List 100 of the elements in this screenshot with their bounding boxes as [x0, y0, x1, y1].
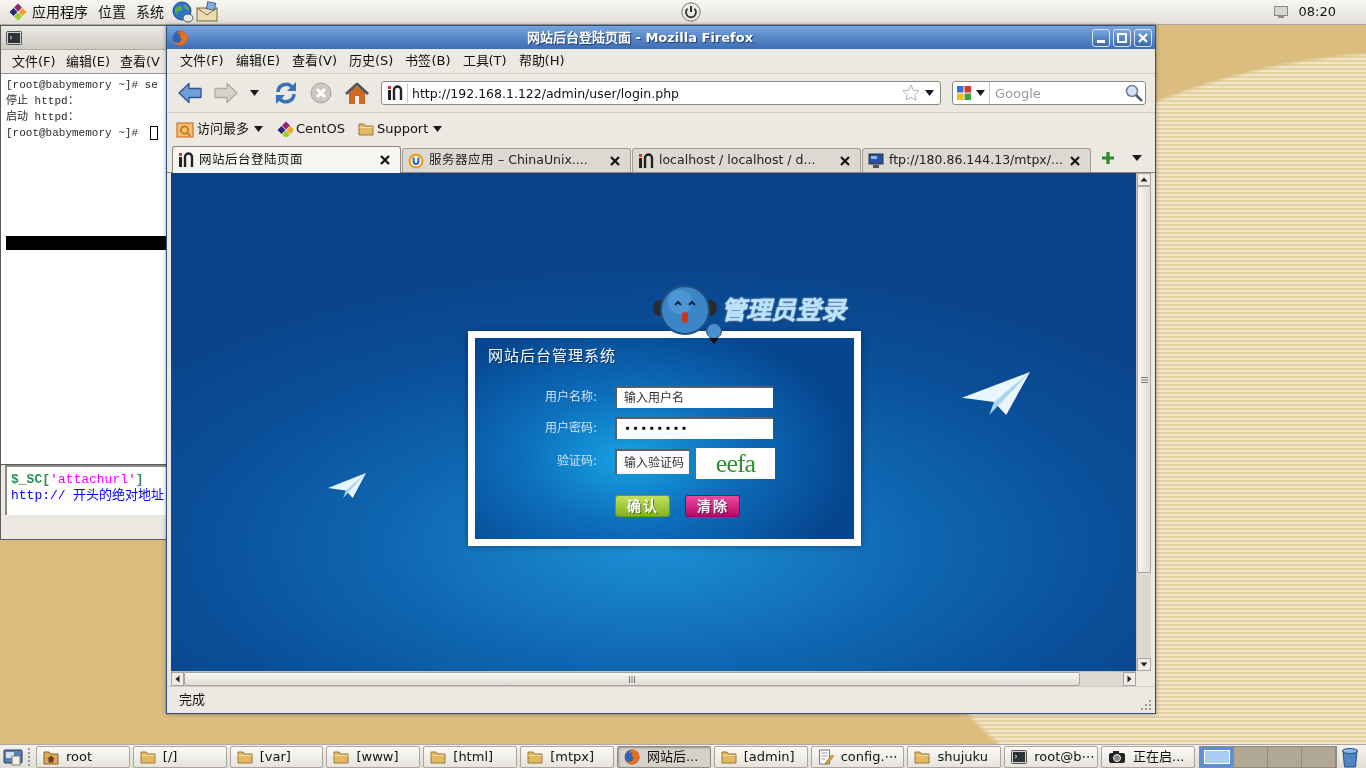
tab[interactable]: ftp://180.86.144.13/mtpx/... [862, 148, 1091, 172]
taskbar-item[interactable]: root [36, 745, 130, 768]
field-label: 验证码: [556, 453, 597, 470]
caret-icon[interactable] [1132, 155, 1142, 161]
logo-icon[interactable] [9, 3, 27, 21]
field-label: 用户密码: [544, 420, 597, 437]
taskbar-item[interactable]: [html] [423, 745, 518, 768]
close-icon[interactable] [380, 155, 390, 165]
close-icon[interactable] [1070, 155, 1080, 166]
vertical-scrollbar[interactable] [1136, 173, 1151, 671]
menu-item[interactable]: 帮助(H) [512, 50, 571, 72]
workspace-tile[interactable] [1302, 746, 1336, 767]
menu-item[interactable]: 文件(F) [174, 50, 230, 72]
bookmark-item[interactable]: Support [356, 116, 444, 141]
paper-plane-icon [328, 473, 366, 498]
bookmark-star-icon[interactable] [902, 84, 920, 102]
caret-icon[interactable] [250, 90, 259, 96]
maximize-icon [1117, 32, 1127, 43]
panel-menu[interactable]: 位置 [93, 1, 131, 23]
screen-icon[interactable] [1273, 6, 1288, 18]
taskbar-item[interactable]: 网站后... [616, 745, 711, 768]
caret-icon [254, 125, 263, 132]
menu-item[interactable]: 文件(F) [7, 50, 61, 73]
home-icon[interactable] [344, 81, 370, 105]
terminal-icon [1011, 748, 1028, 765]
search-box[interactable]: Google [952, 81, 1146, 105]
folder-icon [357, 121, 374, 136]
caret-icon[interactable] [925, 90, 934, 96]
reload-icon[interactable] [273, 80, 299, 106]
folder-icon [527, 749, 544, 764]
maximize-button[interactable] [1113, 28, 1131, 47]
address-bar[interactable]: http://192.168.1.122/admin/user/login.php [381, 81, 941, 105]
taskbar-item[interactable]: root@b⋯ [1004, 745, 1099, 768]
workspace-switcher[interactable] [1199, 745, 1337, 768]
taskbar-item[interactable]: [mtpx] [520, 745, 614, 768]
most-visited-icon [176, 119, 194, 138]
taskbar-item[interactable]: 正在启... [1101, 745, 1195, 768]
search-field[interactable]: Google [990, 82, 1125, 104]
power-icon[interactable] [681, 2, 701, 22]
panel-title: 网站后台管理系统 [488, 346, 616, 366]
taskbar-item[interactable]: shujuku [907, 745, 1002, 768]
taskbar-item[interactable]: [/] [132, 745, 227, 768]
terminal-line: [root@babymemory ~]# se [6, 78, 158, 93]
clear-button[interactable]: 清除 [685, 495, 740, 517]
show-desktop-icon[interactable] [3, 746, 23, 767]
search-icon[interactable] [1125, 84, 1143, 102]
menu-item[interactable]: 工具(T) [456, 50, 513, 72]
caret-icon [976, 90, 985, 96]
resize-grip-icon[interactable] [1139, 698, 1151, 710]
logo-icon [277, 120, 293, 137]
globe-icon[interactable] [172, 1, 194, 23]
menu-item[interactable]: 编辑(E) [229, 50, 286, 72]
password-field[interactable]: •••••••• [615, 417, 773, 439]
terminal-icon [6, 29, 22, 46]
panel-menu[interactable]: 系统 [131, 1, 169, 23]
terminal-line: 停止 httpd： [6, 93, 79, 109]
menu-item[interactable]: 历史(S) [343, 50, 400, 72]
menu-item[interactable]: 书签(B) [399, 50, 457, 72]
window-title: 网站后台登陆页面 - Mozilla Firefox [525, 28, 755, 47]
trash-icon[interactable] [1341, 745, 1359, 768]
workspace-tile[interactable] [1268, 746, 1302, 767]
taskbar-item[interactable]: [var] [229, 745, 324, 768]
close-button[interactable] [1134, 28, 1152, 47]
home-folder-icon [43, 748, 59, 765]
panel-menu[interactable]: 应用程序 [27, 1, 93, 23]
taskbar-item[interactable]: [admin] [713, 745, 808, 768]
menu-item[interactable]: 查看(V) [286, 50, 344, 72]
field-label: 用户名称: [544, 389, 597, 406]
bookmark-item[interactable]: 访问最多 [175, 116, 264, 141]
tab[interactable]: localhost / localhost / d... [632, 148, 861, 172]
minimize-button[interactable] [1092, 28, 1110, 47]
grip-icon [1140, 376, 1148, 383]
terminal-line: 启动 httpd： [6, 109, 79, 125]
google-logo-icon [956, 85, 972, 101]
scrollbar-thumb[interactable] [1137, 186, 1151, 573]
close-icon[interactable] [610, 155, 620, 166]
taskbar-item[interactable]: [www] [326, 745, 421, 768]
bookmark-item[interactable]: CentOS [276, 116, 346, 141]
login-heading: 管理员登录 [721, 297, 846, 325]
taskbar-item[interactable]: config.⋯ [810, 745, 905, 768]
code-line: http:// 开头的绝对地址 [11, 488, 165, 504]
workspace-tile[interactable] [1200, 746, 1234, 767]
workspace-tile[interactable] [1234, 746, 1268, 767]
folder-icon [914, 749, 931, 764]
tab[interactable]: 服务器应用 – ChinaUnix.... [402, 148, 631, 172]
caret-icon [433, 125, 443, 132]
clock[interactable]: 08:20 [1298, 2, 1336, 22]
envelope-icon[interactable] [196, 1, 218, 23]
username-field[interactable]: 输入用户名 [615, 386, 773, 408]
new-tab-plus-icon[interactable] [1102, 152, 1114, 164]
minimize-icon [1097, 39, 1105, 43]
close-icon[interactable] [840, 155, 850, 166]
back-arrow-icon[interactable] [178, 82, 202, 104]
captcha-field[interactable]: 输入验证码 [615, 449, 689, 474]
menu-item[interactable]: 查看(V [115, 50, 165, 73]
site-logo-icon [638, 152, 654, 169]
menu-item[interactable]: 编辑(E) [60, 50, 115, 73]
tab[interactable]: 网站后台登陆页面 [172, 146, 401, 173]
url-field[interactable]: http://192.168.1.122/admin/user/login.php [408, 82, 902, 104]
code-line: $_SC['attachurl'] [11, 472, 144, 488]
